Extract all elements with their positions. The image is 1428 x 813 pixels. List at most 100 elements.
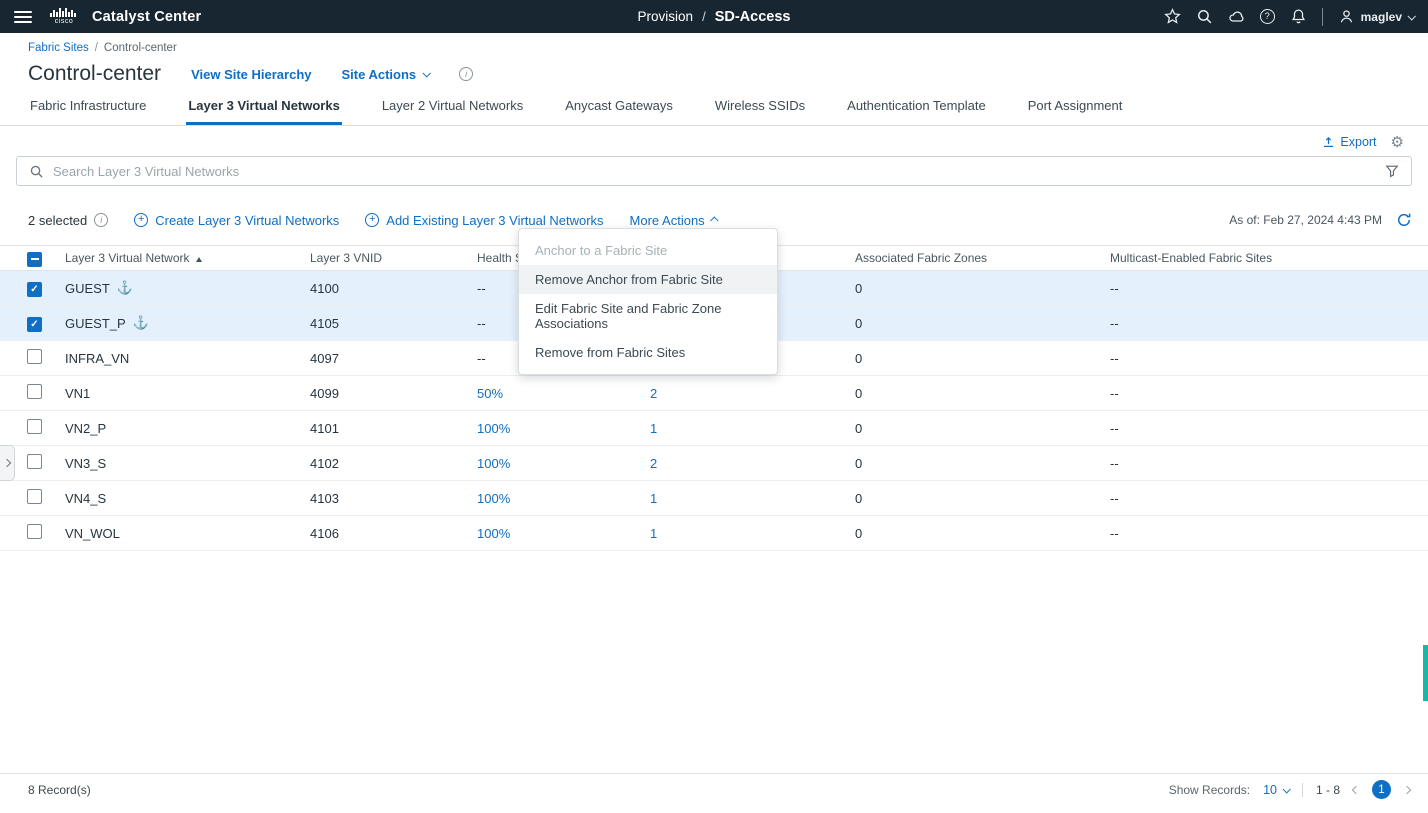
vnid: 4101 — [310, 420, 339, 436]
export-button[interactable]: Export — [1322, 135, 1377, 149]
pagination-bar: 8 Record(s) Show Records: 10 1 - 8 1 — [0, 773, 1428, 805]
cloud-icon[interactable] — [1228, 8, 1245, 25]
notifications-bell-icon[interactable] — [1290, 8, 1307, 25]
vnid: 4105 — [310, 315, 339, 331]
site-actions-dropdown[interactable]: Site Actions — [342, 67, 432, 82]
row-checkbox[interactable] — [27, 454, 42, 469]
multicast: -- — [1110, 350, 1119, 366]
hamburger-menu-icon[interactable] — [14, 10, 32, 23]
side-panel-handle[interactable] — [0, 445, 15, 481]
breadcrumb-fabric-sites[interactable]: Fabric Sites — [28, 42, 89, 54]
create-l3vn-button[interactable]: + Create Layer 3 Virtual Networks — [134, 213, 339, 228]
menu-item-remove-anchor[interactable]: Remove Anchor from Fabric Site — [519, 265, 777, 294]
view-site-hierarchy-link[interactable]: View Site Hierarchy — [191, 67, 311, 82]
vn-name: VN1 — [65, 385, 91, 401]
vn-name: GUEST — [65, 280, 110, 296]
row-checkbox[interactable] — [27, 281, 42, 297]
multicast: -- — [1110, 315, 1119, 331]
info-icon[interactable]: i — [94, 213, 109, 227]
refresh-icon[interactable] — [1396, 212, 1412, 228]
anchor-icon: ⚓ — [116, 280, 133, 295]
user-menu[interactable]: maglev — [1338, 8, 1416, 25]
l2-count-link[interactable]: 1 — [645, 421, 855, 436]
top-app-bar: cisco Catalyst Center Provision / SD-Acc… — [0, 0, 1428, 33]
search-icon[interactable] — [1196, 8, 1213, 25]
gear-icon[interactable]: ⚙ — [1391, 135, 1404, 150]
vnid: 4100 — [310, 280, 339, 296]
more-actions-menu: Anchor to a Fabric Site Remove Anchor fr… — [518, 228, 778, 375]
add-existing-l3vn-button[interactable]: + Add Existing Layer 3 Virtual Networks — [365, 213, 604, 228]
health-score-link[interactable]: 100% — [477, 456, 645, 471]
fabric-zones: 0 — [855, 280, 863, 296]
tab-fabric-infrastructure[interactable]: Fabric Infrastructure — [28, 91, 148, 125]
fabric-zones: 0 — [855, 525, 863, 541]
select-all-checkbox[interactable] — [27, 251, 42, 267]
tab-authentication-template[interactable]: Authentication Template — [845, 91, 988, 125]
header-divider — [1321, 7, 1323, 26]
col-header-fabric-zones[interactable]: Associated Fabric Zones — [855, 251, 1110, 265]
multicast: -- — [1110, 455, 1119, 471]
col-header-name[interactable]: Layer 3 Virtual Network — [65, 251, 310, 265]
table-row[interactable]: VN1 4099 50% 2 0 -- — [0, 376, 1428, 411]
tab-wireless-ssids[interactable]: Wireless SSIDs — [713, 91, 807, 125]
tab-anycast-gateways[interactable]: Anycast Gateways — [563, 91, 675, 125]
l2-count-link[interactable]: 1 — [645, 491, 855, 506]
page-title: Control-center — [28, 62, 162, 85]
breadcrumb: Fabric Sites / Control-center — [28, 42, 177, 54]
filter-funnel-icon[interactable] — [1385, 164, 1399, 178]
header-page: SD-Access — [714, 8, 791, 25]
multicast: -- — [1110, 490, 1119, 506]
favorites-star-icon[interactable] — [1163, 8, 1181, 25]
vnid: 4103 — [310, 490, 339, 506]
tab-port-assignment[interactable]: Port Assignment — [1026, 91, 1125, 125]
chevron-down-icon — [1282, 784, 1291, 794]
next-page-button[interactable] — [1402, 785, 1412, 794]
row-checkbox[interactable] — [27, 316, 42, 332]
scrollbar-thumb[interactable] — [1423, 645, 1428, 701]
health-score-link[interactable]: 50% — [477, 386, 645, 401]
l2-count-link[interactable]: 2 — [645, 456, 855, 471]
app-title: Catalyst Center — [92, 8, 202, 25]
row-checkbox[interactable] — [27, 489, 42, 504]
user-avatar-icon — [1340, 10, 1352, 23]
tab-layer3-virtual-networks[interactable]: Layer 3 Virtual Networks — [186, 91, 342, 125]
fabric-zones: 0 — [855, 350, 863, 366]
row-checkbox[interactable] — [27, 384, 42, 399]
table-row[interactable]: VN3_S 4102 100% 2 0 -- — [0, 446, 1428, 481]
cisco-logo: cisco — [50, 8, 78, 25]
col-header-multicast[interactable]: Multicast-Enabled Fabric Sites — [1110, 251, 1428, 265]
row-checkbox[interactable] — [27, 524, 42, 539]
menu-item-remove-from-fabric-sites[interactable]: Remove from Fabric Sites — [519, 338, 777, 367]
header-section[interactable]: Provision — [638, 9, 694, 24]
fabric-zones: 0 — [855, 490, 863, 506]
row-checkbox[interactable] — [27, 349, 42, 364]
health-score-link[interactable]: 100% — [477, 491, 645, 506]
fabric-zones: 0 — [855, 385, 863, 401]
info-icon[interactable]: i — [459, 67, 474, 81]
prev-page-button[interactable] — [1351, 785, 1361, 794]
page-number-button[interactable]: 1 — [1372, 780, 1391, 799]
multicast: -- — [1110, 420, 1119, 436]
l2-count-link[interactable]: 1 — [645, 526, 855, 541]
col-header-vnid[interactable]: Layer 3 VNID — [310, 251, 477, 265]
plus-circle-icon: + — [365, 213, 380, 227]
tab-bar: Fabric Infrastructure Layer 3 Virtual Ne… — [0, 91, 1428, 126]
tab-layer2-virtual-networks[interactable]: Layer 2 Virtual Networks — [380, 91, 525, 125]
vn-name: GUEST_P — [65, 315, 126, 331]
vn-name: VN_WOL — [65, 525, 120, 541]
help-icon[interactable]: ? — [1259, 9, 1275, 24]
anchor-icon: ⚓ — [132, 315, 149, 330]
export-upload-icon — [1324, 136, 1334, 147]
menu-item-edit-associations[interactable]: Edit Fabric Site and Fabric Zone Associa… — [519, 294, 777, 338]
health-score-link[interactable]: 100% — [477, 526, 645, 541]
more-actions-dropdown[interactable]: More Actions — [630, 213, 719, 228]
page-size-dropdown[interactable]: 10 — [1263, 783, 1291, 797]
health-score-link[interactable]: 100% — [477, 421, 645, 436]
row-checkbox[interactable] — [27, 419, 42, 434]
table-row[interactable]: VN2_P 4101 100% 1 0 -- — [0, 411, 1428, 446]
table-row[interactable]: VN_WOL 4106 100% 1 0 -- — [0, 516, 1428, 551]
search-input[interactable] — [53, 163, 1376, 179]
table-row[interactable]: VN4_S 4103 100% 1 0 -- — [0, 481, 1428, 516]
vnid: 4097 — [310, 350, 339, 366]
l2-count-link[interactable]: 2 — [645, 386, 855, 401]
